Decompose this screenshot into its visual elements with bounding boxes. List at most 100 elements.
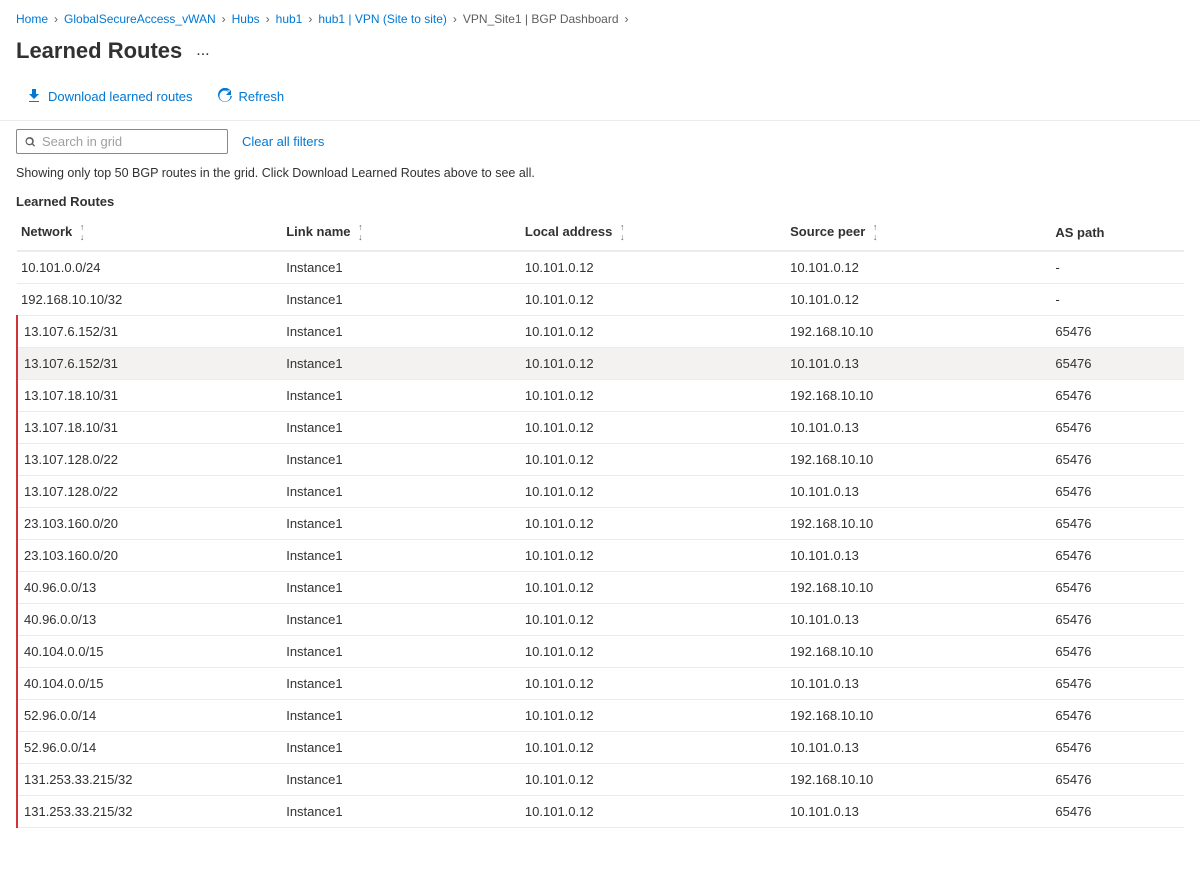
cell-network: 10.101.0.0/24 <box>17 251 282 284</box>
cell-aspath: 65476 <box>1051 572 1184 604</box>
breadcrumb-hub1[interactable]: hub1 <box>276 12 303 26</box>
cell-network: 13.107.128.0/22 <box>17 444 282 476</box>
cell-localaddress: 10.101.0.12 <box>521 348 786 380</box>
cell-localaddress: 10.101.0.12 <box>521 732 786 764</box>
cell-localaddress: 10.101.0.12 <box>521 636 786 668</box>
cell-aspath: 65476 <box>1051 700 1184 732</box>
cell-linkname: Instance1 <box>282 636 521 668</box>
table-header: Network ↑↓ Link name ↑↓ Local address ↑↓… <box>17 215 1184 251</box>
cell-linkname: Instance1 <box>282 284 521 316</box>
table-row: 40.104.0.0/15Instance110.101.0.1210.101.… <box>17 668 1184 700</box>
table-row: 192.168.10.10/32Instance110.101.0.1210.1… <box>17 284 1184 316</box>
cell-network: 13.107.6.152/31 <box>17 348 282 380</box>
cell-network: 13.107.6.152/31 <box>17 316 282 348</box>
table-row: 23.103.160.0/20Instance110.101.0.1210.10… <box>17 540 1184 572</box>
download-icon <box>26 88 42 104</box>
cell-linkname: Instance1 <box>282 540 521 572</box>
cell-network: 23.103.160.0/20 <box>17 508 282 540</box>
cell-aspath: 65476 <box>1051 636 1184 668</box>
cell-linkname: Instance1 <box>282 412 521 444</box>
sort-icon-network: ↑↓ <box>80 223 85 242</box>
cell-sourcepeer: 192.168.10.10 <box>786 700 1051 732</box>
cell-sourcepeer: 10.101.0.13 <box>786 412 1051 444</box>
cell-sourcepeer: 192.168.10.10 <box>786 508 1051 540</box>
clear-filters-button[interactable]: Clear all filters <box>240 130 326 153</box>
breadcrumb-home[interactable]: Home <box>16 12 48 26</box>
cell-network: 192.168.10.10/32 <box>17 284 282 316</box>
sort-icon-linkname: ↑↓ <box>358 223 363 242</box>
cell-localaddress: 10.101.0.12 <box>521 604 786 636</box>
cell-localaddress: 10.101.0.12 <box>521 796 786 828</box>
cell-sourcepeer: 10.101.0.13 <box>786 668 1051 700</box>
table-row: 131.253.33.215/32Instance110.101.0.12192… <box>17 764 1184 796</box>
cell-aspath: - <box>1051 251 1184 284</box>
info-text: Showing only top 50 BGP routes in the gr… <box>0 162 1200 188</box>
breadcrumb-vpn[interactable]: hub1 | VPN (Site to site) <box>318 12 447 26</box>
search-icon <box>25 136 36 148</box>
page-title: Learned Routes <box>16 38 182 64</box>
more-options-button[interactable]: ... <box>190 40 215 62</box>
cell-aspath: 65476 <box>1051 412 1184 444</box>
cell-aspath: 65476 <box>1051 540 1184 572</box>
sort-icon-localaddr: ↑↓ <box>620 223 625 242</box>
cell-sourcepeer: 192.168.10.10 <box>786 572 1051 604</box>
cell-linkname: Instance1 <box>282 380 521 412</box>
cell-linkname: Instance1 <box>282 796 521 828</box>
col-header-network[interactable]: Network ↑↓ <box>17 215 282 251</box>
toolbar: Download learned routes Refresh <box>0 76 1200 121</box>
cell-localaddress: 10.101.0.12 <box>521 668 786 700</box>
cell-aspath: 65476 <box>1051 508 1184 540</box>
cell-sourcepeer: 10.101.0.12 <box>786 284 1051 316</box>
cell-sourcepeer: 10.101.0.13 <box>786 604 1051 636</box>
cell-localaddress: 10.101.0.12 <box>521 476 786 508</box>
cell-localaddress: 10.101.0.12 <box>521 508 786 540</box>
cell-linkname: Instance1 <box>282 764 521 796</box>
cell-localaddress: 10.101.0.12 <box>521 572 786 604</box>
cell-linkname: Instance1 <box>282 251 521 284</box>
table-row: 13.107.6.152/31Instance110.101.0.12192.1… <box>17 316 1184 348</box>
table-row: 40.96.0.0/13Instance110.101.0.1210.101.0… <box>17 604 1184 636</box>
cell-linkname: Instance1 <box>282 444 521 476</box>
search-input[interactable] <box>42 134 219 149</box>
cell-aspath: 65476 <box>1051 444 1184 476</box>
cell-linkname: Instance1 <box>282 572 521 604</box>
cell-aspath: 65476 <box>1051 668 1184 700</box>
cell-aspath: 65476 <box>1051 476 1184 508</box>
cell-network: 40.104.0.0/15 <box>17 668 282 700</box>
breadcrumb-current: VPN_Site1 | BGP Dashboard <box>463 12 619 26</box>
cell-linkname: Instance1 <box>282 508 521 540</box>
table-row: 13.107.128.0/22Instance110.101.0.1210.10… <box>17 476 1184 508</box>
breadcrumb-hubs[interactable]: Hubs <box>232 12 260 26</box>
cell-linkname: Instance1 <box>282 668 521 700</box>
refresh-button[interactable]: Refresh <box>207 82 295 110</box>
cell-aspath: 65476 <box>1051 764 1184 796</box>
table-header-row: Network ↑↓ Link name ↑↓ Local address ↑↓… <box>17 215 1184 251</box>
cell-network: 13.107.128.0/22 <box>17 476 282 508</box>
cell-aspath: 65476 <box>1051 604 1184 636</box>
table-container: Network ↑↓ Link name ↑↓ Local address ↑↓… <box>0 215 1200 828</box>
cell-aspath: 65476 <box>1051 348 1184 380</box>
cell-sourcepeer: 192.168.10.10 <box>786 316 1051 348</box>
col-header-localaddress[interactable]: Local address ↑↓ <box>521 215 786 251</box>
download-button[interactable]: Download learned routes <box>16 82 203 110</box>
table-row: 13.107.128.0/22Instance110.101.0.12192.1… <box>17 444 1184 476</box>
cell-sourcepeer: 192.168.10.10 <box>786 444 1051 476</box>
cell-sourcepeer: 192.168.10.10 <box>786 636 1051 668</box>
search-box <box>16 129 228 154</box>
breadcrumb-vwan[interactable]: GlobalSecureAccess_vWAN <box>64 12 216 26</box>
table-row: 40.104.0.0/15Instance110.101.0.12192.168… <box>17 636 1184 668</box>
cell-linkname: Instance1 <box>282 604 521 636</box>
col-header-sourcepeer[interactable]: Source peer ↑↓ <box>786 215 1051 251</box>
cell-network: 52.96.0.0/14 <box>17 732 282 764</box>
cell-localaddress: 10.101.0.12 <box>521 764 786 796</box>
col-header-linkname[interactable]: Link name ↑↓ <box>282 215 521 251</box>
cell-localaddress: 10.101.0.12 <box>521 540 786 572</box>
cell-network: 131.253.33.215/32 <box>17 764 282 796</box>
table-row: 13.107.18.10/31Instance110.101.0.1210.10… <box>17 412 1184 444</box>
page-header: Learned Routes ... <box>0 34 1200 76</box>
cell-localaddress: 10.101.0.12 <box>521 444 786 476</box>
cell-aspath: - <box>1051 284 1184 316</box>
cell-localaddress: 10.101.0.12 <box>521 380 786 412</box>
cell-sourcepeer: 10.101.0.13 <box>786 796 1051 828</box>
cell-aspath: 65476 <box>1051 732 1184 764</box>
